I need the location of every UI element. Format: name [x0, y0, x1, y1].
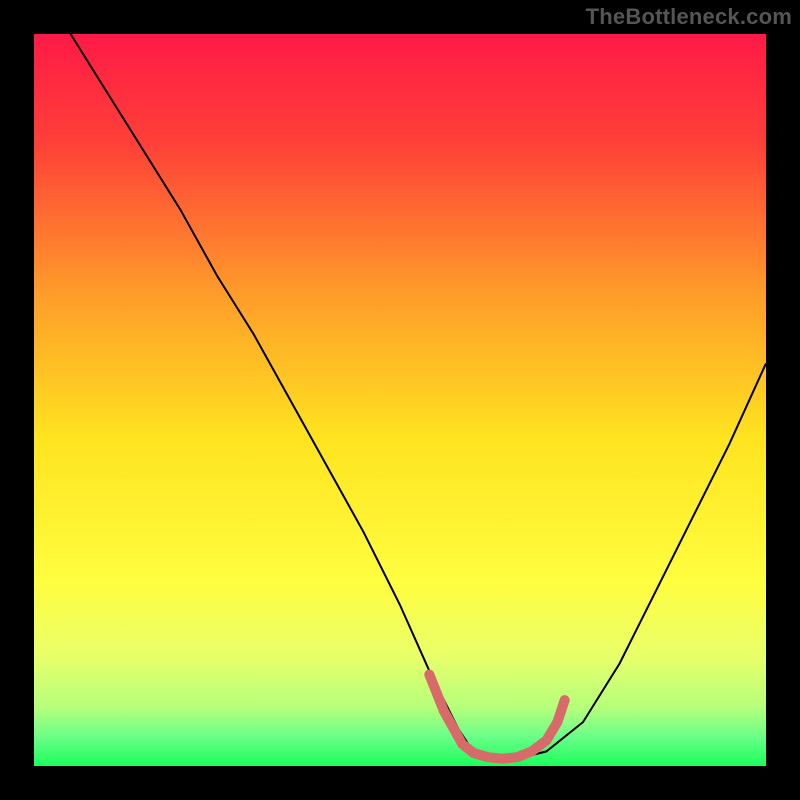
watermark-text: TheBottleneck.com: [586, 4, 792, 30]
chart-frame: TheBottleneck.com: [0, 0, 800, 800]
chart-svg: [34, 34, 766, 766]
gradient-rect: [34, 34, 766, 766]
plot-area: [34, 34, 766, 766]
